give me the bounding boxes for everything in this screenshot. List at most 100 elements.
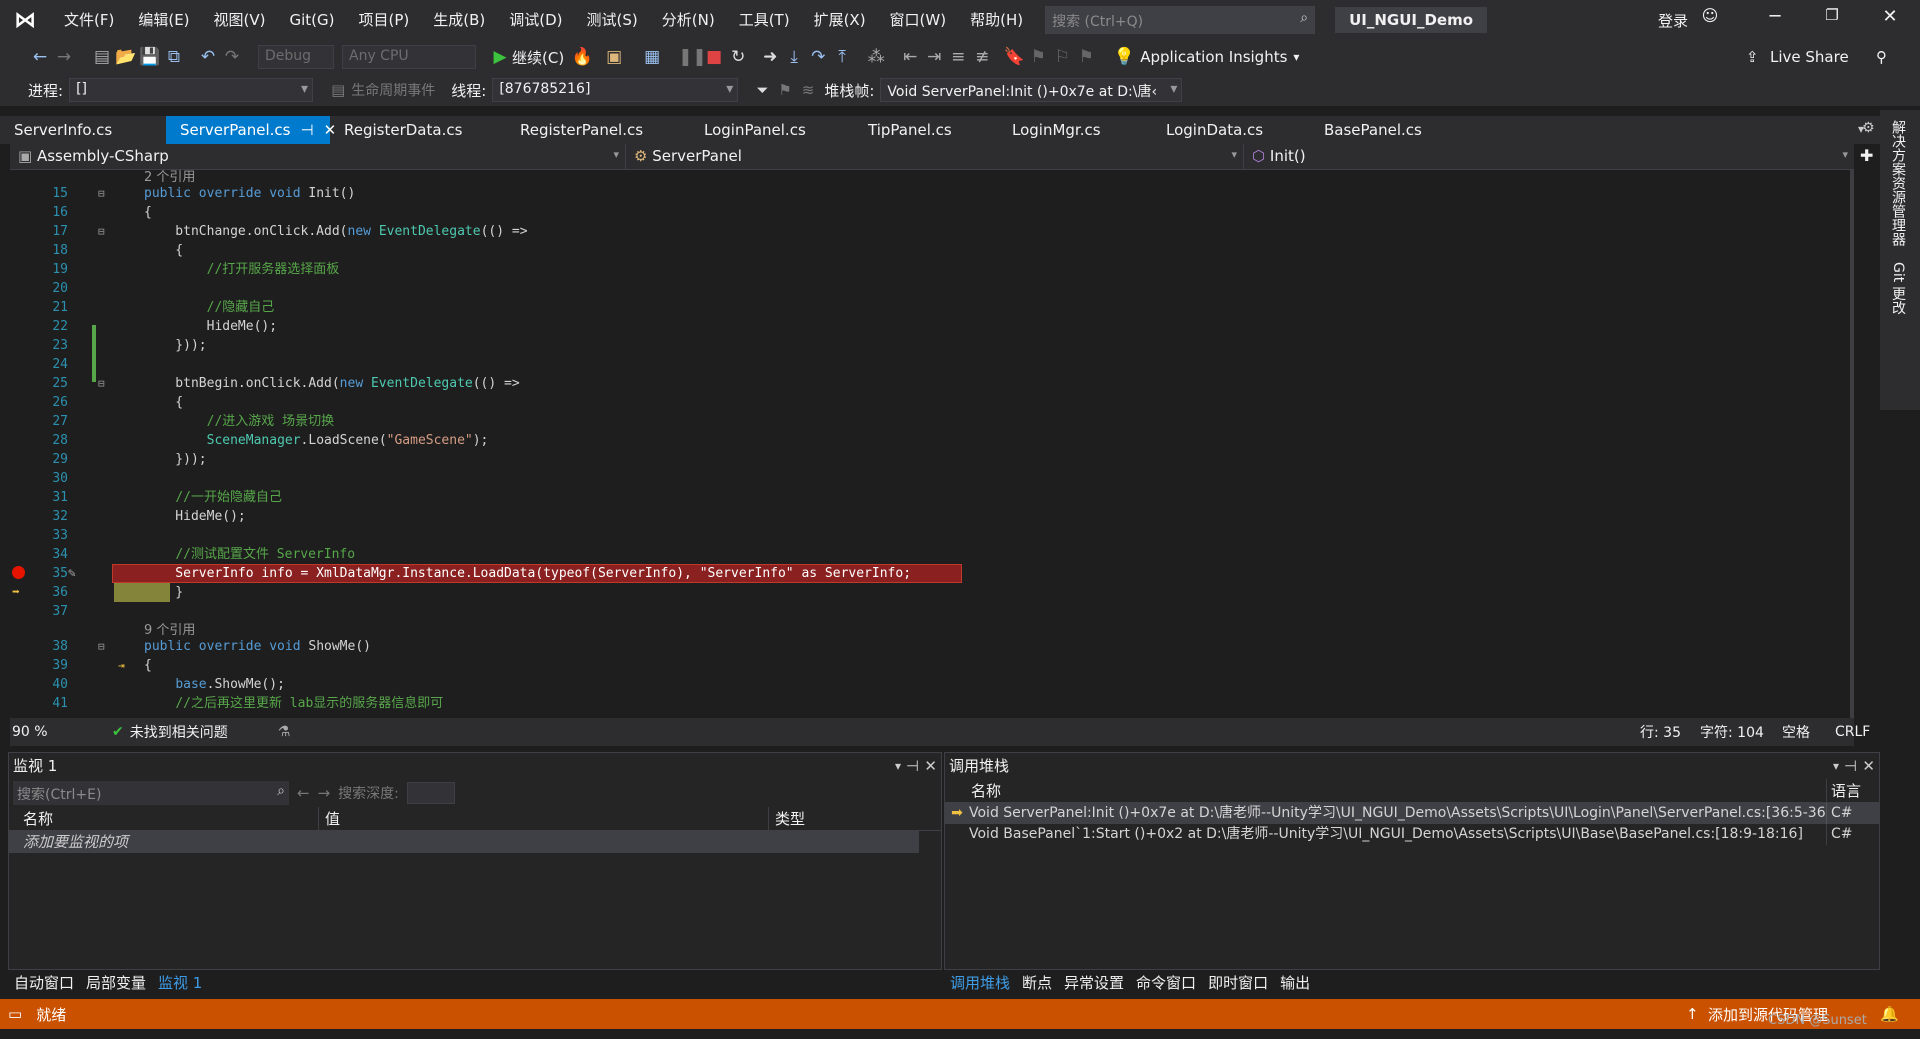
solution-config-select[interactable]: Debug [258,45,334,69]
dropdown-icon[interactable]: ▾ [895,753,901,779]
stack-frame-select[interactable]: Void ServerPanel:Init ()+0x7e at D:\唐‹ ▾ [880,78,1183,102]
issues-status[interactable]: 未找到相关问题 [130,722,228,742]
new-project-icon[interactable]: ▤ [90,47,114,67]
collapse-icon[interactable]: ⊟ [98,637,105,656]
search-depth-select[interactable] [406,782,455,804]
restart-icon[interactable]: ↻ [726,47,750,67]
process-select[interactable]: [] ▾ [69,78,314,102]
close-icon[interactable]: ✕ [1862,753,1875,779]
tab-immediate-window[interactable]: 即时窗口 [1202,970,1274,995]
forward-icon[interactable]: → [52,47,76,67]
menu-analyze[interactable]: 分析(N) [650,0,727,40]
indent-icon[interactable]: ⇤ [898,47,922,67]
thread-select[interactable]: [876785216] ▾ [492,78,739,102]
menu-debug[interactable]: 调试(D) [497,0,574,40]
tab-loginpanel[interactable]: LoginPanel.cs [690,116,854,144]
menu-tools[interactable]: 工具(T) [727,0,802,40]
tab-command-window[interactable]: 命令窗口 [1130,970,1202,995]
line-indicator[interactable]: 行: 35 [1640,722,1681,742]
callstack-col-name[interactable]: 名称 [945,779,1827,802]
breakpoint-icon[interactable] [12,566,25,579]
back-icon[interactable]: ← [28,47,52,67]
bookmark-icon[interactable]: 🔖 [1002,47,1026,67]
edit-pencil-icon[interactable]: ✎ [68,564,76,583]
forward-icon[interactable]: → [318,784,331,802]
tab-serverpanel[interactable]: ServerPanel.cs ⊣ ✕ [166,116,336,144]
tab-autos[interactable]: 自动窗口 [8,970,80,995]
type-dropdown[interactable]: ⚙ ServerPanel ▾ [626,144,1244,170]
tab-loginmgr[interactable]: LoginMgr.cs [998,116,1152,144]
tab-breakpoints[interactable]: 断点 [1016,970,1058,995]
tab-tippanel[interactable]: TipPanel.cs [854,116,998,144]
visual-studio-logo-icon[interactable]: ⋈ [10,5,40,35]
menu-extensions[interactable]: 扩展(X) [802,0,878,40]
watch-add-row[interactable]: 添加要监视的项 [9,831,919,853]
menu-help[interactable]: 帮助(H) [958,0,1035,40]
tab-serverinfo[interactable]: ServerInfo.cs [0,116,166,144]
menu-window[interactable]: 窗口(W) [878,0,959,40]
whitespace-indicator[interactable]: 空格 [1782,722,1810,742]
browse-icon[interactable]: ▣ [602,47,626,67]
tab-registerpanel[interactable]: RegisterPanel.cs [506,116,690,144]
menu-project[interactable]: 项目(P) [347,0,422,40]
execution-pointer-icon[interactable]: ➡ [12,583,20,602]
tab-output[interactable]: 输出 [1274,970,1316,995]
tab-registerdata[interactable]: RegisterData.cs [330,116,506,144]
stop-icon[interactable]: ■ [702,47,726,67]
member-dropdown[interactable]: ⬡ Init() ▾ [1244,144,1854,170]
tab-basepanel[interactable]: BasePanel.cs [1310,116,1436,144]
flag-icon[interactable]: ⚑ [778,81,791,99]
tab-logindata[interactable]: LoginData.cs [1152,116,1310,144]
show-next-statement-icon[interactable]: ➜ [758,47,782,67]
char-indicator[interactable]: 字符: 104 [1700,722,1764,742]
callstack-col-lang[interactable]: 语言 [1827,779,1861,802]
collapse-icon[interactable]: ⊟ [98,184,105,203]
step-over-icon[interactable]: ↷ [806,47,830,67]
watch-col-name[interactable]: 名称 [9,807,319,830]
settings-icon[interactable]: ⚙ [1862,120,1875,136]
close-icon[interactable]: ✕ [924,753,937,779]
watch-col-value[interactable]: 值 [319,807,769,830]
collapse-icon[interactable]: ⊟ [98,222,105,241]
application-insights-button[interactable]: Application Insights [1140,48,1287,66]
platform-select[interactable]: Any CPU [342,45,476,69]
outdent-icon[interactable]: ⇥ [922,47,946,67]
undo-icon[interactable]: ↶ [196,47,220,67]
lifecycle-events-button[interactable]: 生命周期事件 [351,80,435,100]
pin-icon[interactable]: ⊣ [301,116,314,144]
menu-edit[interactable]: 编辑(E) [126,0,201,40]
diagnostics-icon[interactable]: ▦ [640,47,664,67]
threads-icon[interactable]: ≋ [802,81,815,99]
solution-explorer-tab[interactable]: 解决方案资源管理器 [1888,120,1908,246]
tab-callstack[interactable]: 调用堆栈 [944,970,1016,995]
zoom-select[interactable]: 90 % [12,724,84,740]
account-icon[interactable]: ☺ [1690,6,1730,25]
menu-git[interactable]: Git(G) [278,0,347,40]
watch-search-input[interactable]: 搜索(Ctrl+E) ⌕ [13,781,289,805]
step-out-icon[interactable]: ⤒ [830,47,854,67]
callstack-row[interactable]: ➡ Void ServerPanel:Init ()+0x7e at D:\唐老… [945,803,1879,824]
step-into-icon[interactable]: ⤓ [782,47,806,67]
prev-bookmark-icon[interactable]: ⚑ [1026,47,1050,67]
feedback-icon[interactable]: ⚲ [1876,48,1887,66]
comment-icon[interactable]: ≡ [946,47,970,67]
live-share-button[interactable]: Live Share [1770,48,1849,66]
menu-build[interactable]: 生成(B) [421,0,497,40]
collapse-icon[interactable]: ⊟ [98,374,105,393]
dropdown-icon[interactable]: ▾ [1833,753,1839,779]
git-changes-tab[interactable]: Git 更改 [1888,262,1908,315]
back-icon[interactable]: ← [297,784,310,802]
uncomment-icon[interactable]: ≢ [970,47,994,67]
hex-display-icon[interactable]: ⁂ [864,47,888,67]
chevron-down-icon[interactable]: ▾ [1293,50,1299,64]
project-dropdown[interactable]: ▣ Assembly-CSharp ▾ [10,144,626,170]
redo-icon[interactable]: ↷ [220,47,244,67]
restore-icon[interactable]: ❐ [1812,6,1852,24]
callstack-row[interactable]: Void BasePanel`1:Start ()+0x2 at D:\唐老师-… [945,824,1879,845]
menu-test[interactable]: 测试(S) [575,0,650,40]
clear-bookmarks-icon[interactable]: ⚑ [1074,47,1098,67]
open-folder-icon[interactable]: 📂 [114,47,138,67]
split-icon[interactable]: ✚ [1860,146,1873,165]
continue-icon[interactable]: ▶ [488,47,512,67]
menu-view[interactable]: 视图(V) [202,0,278,40]
